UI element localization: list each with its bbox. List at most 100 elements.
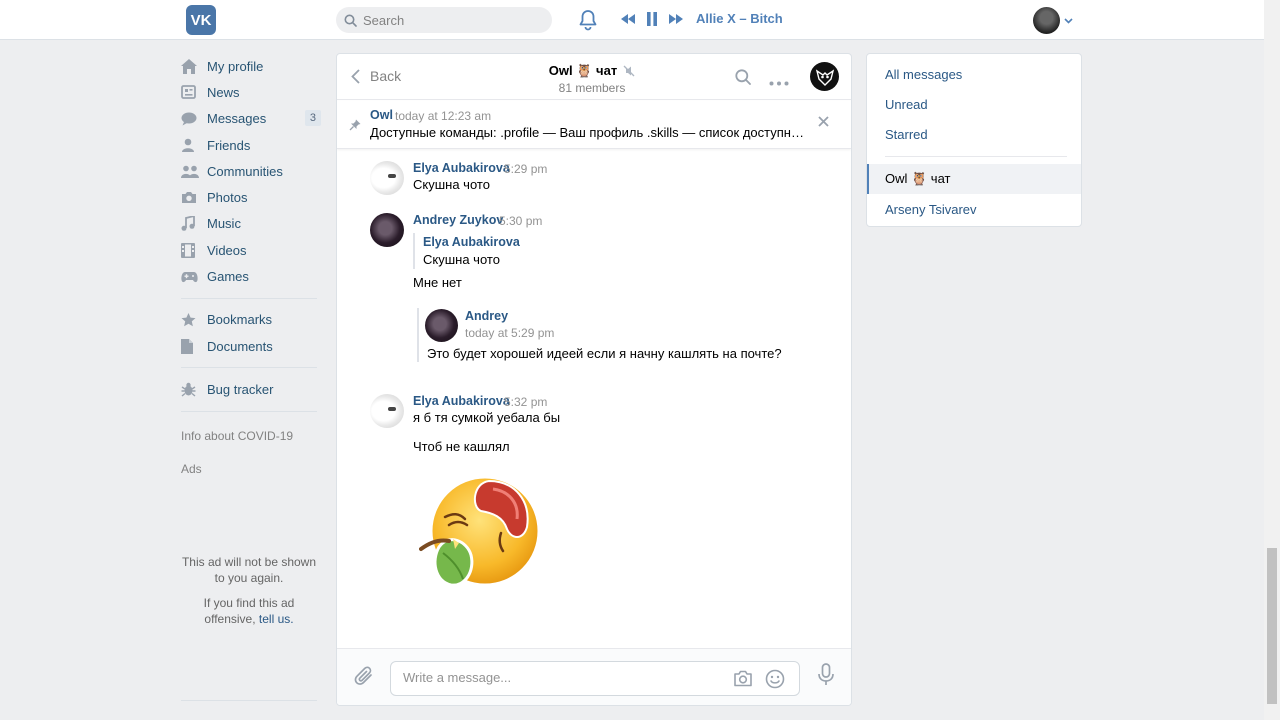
nav-item-documents[interactable]: Documents (181, 333, 321, 359)
more-options-icon[interactable] (769, 74, 789, 89)
chat-title: Owl 🦉 чат (548, 63, 618, 78)
bug-icon (181, 382, 207, 397)
pinned-message[interactable]: Owl today at 12:23 am Доступные команды:… (337, 101, 851, 149)
chat-title-box[interactable]: Owl 🦉 чат 81 members (487, 63, 697, 95)
notifications-icon[interactable] (578, 9, 598, 34)
messages-icon (181, 112, 207, 126)
nav-divider (181, 297, 317, 299)
nav-divider (181, 410, 317, 412)
now-playing-title[interactable]: Allie X – Bitch (696, 11, 783, 26)
nav-item-photos[interactable]: Photos (181, 184, 321, 210)
menu-divider (885, 156, 1067, 157)
nav-label: Photos (207, 190, 248, 206)
nav-label: Bookmarks (207, 312, 273, 328)
page-scrollbar[interactable] (1264, 0, 1280, 720)
camera-icon (181, 191, 207, 204)
ad-hidden-text: This ad will not be shown to you again. (181, 555, 317, 585)
message-time[interactable]: 5:32 pm (504, 395, 547, 409)
message-input[interactable] (403, 670, 723, 685)
chat-avatar[interactable] (810, 62, 839, 91)
nav-item-bookmarks[interactable]: Bookmarks (181, 307, 321, 333)
message-input-box[interactable] (390, 661, 800, 696)
next-track-icon[interactable] (668, 13, 684, 25)
pause-icon[interactable] (646, 11, 658, 26)
sticker-image[interactable] (419, 473, 543, 593)
filter-unread[interactable]: Unread (867, 89, 1081, 119)
user-menu[interactable] (1033, 7, 1073, 34)
pinned-author[interactable]: Owl (370, 108, 393, 122)
nav-item-news[interactable]: News (181, 79, 321, 105)
gamepad-icon (181, 271, 207, 283)
chat-header: Back Owl 🦉 чат 81 members (337, 54, 851, 100)
chat-item-arseny[interactable]: Arseny Tsivarev (867, 194, 1081, 224)
avatar[interactable] (425, 309, 458, 342)
news-icon (181, 85, 207, 100)
ad-offensive-text: If you find this ad offensive, tell us. (181, 595, 317, 627)
covid-info-link[interactable]: Info about COVID-19 (181, 420, 321, 453)
filter-all-messages[interactable]: All messages (867, 59, 1081, 89)
nav-item-communities[interactable]: Communities (181, 158, 321, 184)
footer-divider (181, 700, 317, 701)
nav-label: Bug tracker (207, 381, 274, 397)
quote-author[interactable]: Elya Aubakirova (423, 235, 520, 249)
music-icon (181, 216, 207, 232)
forwarded-message[interactable]: Andrey today at 5:29 pm Это будет хороше… (417, 308, 782, 362)
search-icon[interactable] (735, 69, 751, 88)
message-time[interactable]: 5:29 pm (504, 162, 547, 176)
message-text: Чтоб не кашлял (413, 439, 510, 454)
forward-author[interactable]: Andrey (465, 309, 508, 323)
previous-track-icon[interactable] (620, 13, 636, 25)
document-icon (181, 338, 207, 354)
nav-item-bug-tracker[interactable]: Bug tracker (181, 376, 321, 402)
message-author[interactable]: Elya Aubakirova (413, 161, 510, 175)
nav-item-videos[interactable]: Videos (181, 237, 321, 263)
scrollbar-thumb[interactable] (1267, 548, 1277, 704)
nav-label: Friends (207, 137, 251, 153)
unread-count-badge: 3 (304, 109, 321, 126)
avatar[interactable] (370, 213, 404, 247)
back-button[interactable]: Back (351, 68, 401, 84)
home-icon (181, 58, 207, 74)
message-author[interactable]: Elya Aubakirova (413, 394, 510, 408)
nav-item-my-profile[interactable]: My profile (181, 53, 321, 79)
message-history: Elya Aubakirova 5:29 pm Скушна чото Andr… (337, 151, 851, 648)
message-author[interactable]: Andrey Zuykov (413, 213, 503, 227)
messages-filter-menu: All messages Unread Starred Owl 🦉 чат Ar… (866, 53, 1082, 227)
nav-item-music[interactable]: Music (181, 211, 321, 237)
chat-item-owl[interactable]: Owl 🦉 чат (867, 164, 1081, 194)
nav-divider (181, 367, 317, 369)
nav-label: My profile (207, 58, 264, 74)
message-text: Мне нет (413, 275, 462, 290)
reply-quote[interactable]: Elya Aubakirova Скушна чото (413, 233, 520, 269)
emoji-icon[interactable] (765, 669, 785, 692)
close-icon[interactable] (818, 116, 829, 127)
pinned-text: Доступные команды: .profile — Ваш профил… (370, 125, 810, 140)
video-icon (181, 242, 207, 258)
ads-link[interactable]: Ads (181, 453, 321, 486)
chevron-down-icon[interactable] (1064, 17, 1073, 24)
nav-label: Games (207, 269, 249, 285)
search-icon (344, 14, 357, 27)
avatar[interactable] (370, 161, 404, 195)
owl-icon (815, 68, 834, 86)
top-bar: VK Allie X – Bitch (0, 0, 1264, 40)
vk-logo[interactable]: VK (186, 5, 216, 35)
members-count[interactable]: 81 members (487, 81, 697, 95)
tell-us-link[interactable]: tell us. (259, 612, 294, 626)
nav-item-friends[interactable]: Friends (181, 132, 321, 158)
nav-item-games[interactable]: Games (181, 263, 321, 289)
friends-icon (181, 138, 207, 153)
communities-icon (181, 165, 207, 178)
pinned-time: today at 12:23 am (395, 109, 492, 123)
avatar[interactable] (1033, 7, 1060, 34)
nav-label: Videos (207, 242, 247, 258)
microphone-icon[interactable] (817, 663, 835, 690)
camera-icon[interactable] (733, 670, 753, 690)
search-input[interactable] (363, 12, 543, 28)
avatar[interactable] (370, 394, 404, 428)
filter-starred[interactable]: Starred (867, 119, 1081, 149)
search-box[interactable] (336, 7, 552, 33)
message-time[interactable]: 5:30 pm (499, 214, 542, 228)
paperclip-icon[interactable] (354, 666, 374, 691)
nav-item-messages[interactable]: Messages 3 (181, 106, 321, 132)
